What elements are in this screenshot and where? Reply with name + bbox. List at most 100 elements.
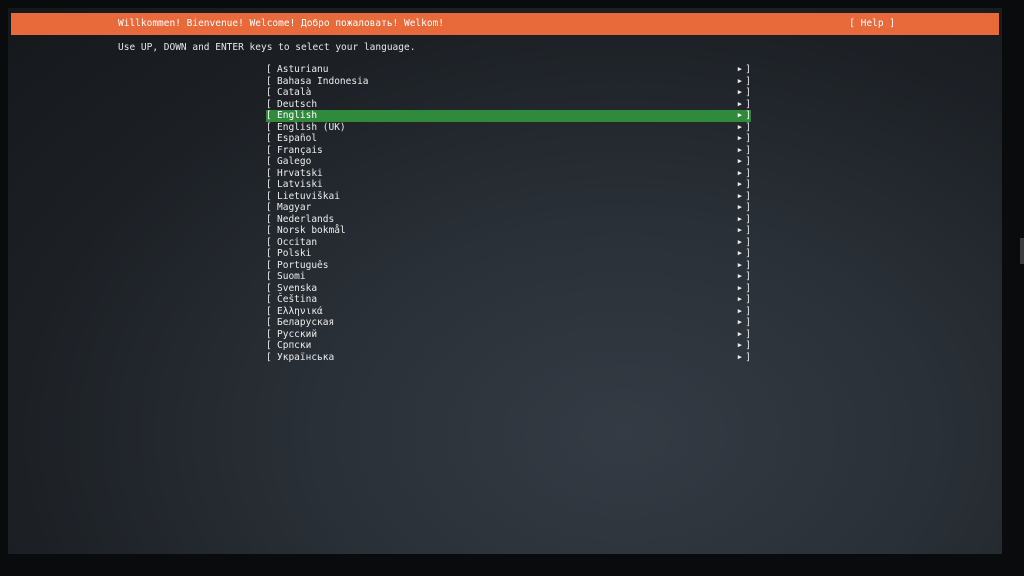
left-bracket: [ xyxy=(266,64,272,75)
left-bracket: [ xyxy=(266,305,272,317)
chevron-right-icon: ▶ xyxy=(737,65,742,73)
language-option[interactable]: [Svenska ▶] xyxy=(266,283,751,295)
right-bracket: ] xyxy=(745,121,751,133)
language-option-label: Galego xyxy=(277,156,312,167)
language-option[interactable]: [Čeština ▶] xyxy=(266,294,751,306)
language-option[interactable]: [ Galego ▶] xyxy=(266,156,751,168)
right-bracket: ] xyxy=(745,75,751,87)
language-option[interactable]: [Suomi ▶] xyxy=(266,271,751,283)
help-button[interactable]: [ Help ] xyxy=(849,13,895,35)
left-bracket: [ xyxy=(266,110,272,121)
right-bracket: ] xyxy=(745,144,751,156)
chevron-right-icon: ▶ xyxy=(737,168,742,177)
left-bracket: [ xyxy=(266,271,272,282)
language-option[interactable]: [Latviski ▶] xyxy=(266,179,751,191)
right-bracket: ] xyxy=(745,133,751,144)
language-option-label: Українська xyxy=(277,351,335,363)
left-bracket: [ xyxy=(266,259,272,271)
language-option-label: Nederlands xyxy=(277,213,335,225)
language-option[interactable]: [Lietuviškai ▶] xyxy=(266,191,751,203)
language-list: [Asturianu ▶] [Bahasa Indonesia ▶] [Català ▶]… xyxy=(266,64,751,363)
right-bracket: ] xyxy=(745,305,751,317)
left-bracket: [ xyxy=(266,144,272,156)
left-bracket: [ xyxy=(266,121,272,133)
left-bracket: [ xyxy=(266,317,272,328)
bezel-button xyxy=(1020,238,1024,264)
monitor-bezel: Willkommen! Bienvenue! Welcome! Добро по… xyxy=(0,0,1024,576)
chevron-right-icon: ▶ xyxy=(737,329,742,338)
left-bracket: [ xyxy=(266,179,272,190)
language-option-label: Polski xyxy=(277,248,312,259)
chevron-right-icon: ▶ xyxy=(737,237,742,246)
language-option[interactable]: [Українська ▶] xyxy=(266,352,751,364)
language-option[interactable]: [Català ▶] xyxy=(266,87,751,99)
right-bracket: ] xyxy=(745,328,751,340)
left-bracket: [ xyxy=(266,213,272,225)
language-option[interactable]: [Asturianu ▶] xyxy=(266,64,751,76)
language-option-label: Latviski xyxy=(277,179,323,190)
chevron-right-icon: ▶ xyxy=(737,145,742,154)
right-bracket: ] xyxy=(745,110,751,121)
language-option[interactable]: [Bahasa Indonesia ▶] xyxy=(266,76,751,88)
chevron-right-icon: ▶ xyxy=(737,272,742,280)
language-option[interactable]: [Deutsch ▶] xyxy=(266,99,751,111)
right-bracket: ] xyxy=(745,271,751,282)
left-bracket: [ xyxy=(266,133,272,144)
chevron-right-icon: ▶ xyxy=(737,260,742,269)
right-bracket: ] xyxy=(745,156,751,167)
left-bracket: [ xyxy=(266,248,272,259)
left-bracket: [ xyxy=(266,294,272,305)
left-bracket: [ xyxy=(266,282,272,294)
language-option-label: Magyar xyxy=(277,202,312,213)
language-option[interactable]: [ Nederlands ▶] xyxy=(266,214,751,226)
right-bracket: ] xyxy=(745,98,751,110)
language-option[interactable]: [Français ▶] xyxy=(266,145,751,157)
right-bracket: ] xyxy=(745,248,751,259)
language-option-label: Русский xyxy=(277,328,318,340)
language-option-label: Čeština xyxy=(277,294,318,305)
right-bracket: ] xyxy=(745,167,751,179)
language-option-label: Ελληνικά xyxy=(277,305,323,317)
language-option-label: English (UK) xyxy=(277,121,346,133)
left-bracket: [ xyxy=(266,202,272,213)
chevron-right-icon: ▶ xyxy=(737,249,742,257)
chevron-right-icon: ▶ xyxy=(737,122,742,131)
language-option[interactable]: [Hrvatski ▶] xyxy=(266,168,751,180)
chevron-right-icon: ▶ xyxy=(737,341,742,349)
left-bracket: [ xyxy=(266,156,272,167)
language-option-label: Беларуская xyxy=(277,317,335,328)
language-option[interactable]: [Русский ▶] xyxy=(266,329,751,341)
language-option[interactable]: [ Polski ▶] xyxy=(266,248,751,260)
right-bracket: ] xyxy=(745,340,751,351)
language-option[interactable]: [Српски ▶] xyxy=(266,340,751,352)
language-option[interactable]: [Español ▶] xyxy=(266,133,751,145)
chevron-right-icon: ▶ xyxy=(737,352,742,361)
language-option-label: Bahasa Indonesia xyxy=(277,75,369,87)
left-bracket: [ xyxy=(266,190,272,202)
right-bracket: ] xyxy=(745,213,751,225)
language-option[interactable]: [Português ▶] xyxy=(266,260,751,272)
chevron-right-icon: ▶ xyxy=(737,283,742,292)
chevron-right-icon: ▶ xyxy=(737,180,742,188)
language-option-label: Deutsch xyxy=(277,98,318,110)
language-option[interactable]: [ Ελληνικά ▶] xyxy=(266,306,751,318)
chevron-right-icon: ▶ xyxy=(737,306,742,315)
chevron-right-icon: ▶ xyxy=(737,214,742,223)
language-option[interactable]: [ Беларуская ▶] xyxy=(266,317,751,329)
right-bracket: ] xyxy=(745,87,751,98)
language-option[interactable]: [Norsk bokmål ▶] xyxy=(266,225,751,237)
language-option[interactable]: [Magyar ▶] xyxy=(266,202,751,214)
chevron-right-icon: ▶ xyxy=(737,76,742,85)
language-option[interactable]: [Occitan ▶] xyxy=(266,237,751,249)
right-bracket: ] xyxy=(745,282,751,294)
language-option[interactable]: [English ▶] xyxy=(266,110,751,122)
left-bracket: [ xyxy=(266,236,272,248)
chevron-right-icon: ▶ xyxy=(737,318,742,326)
right-bracket: ] xyxy=(745,351,751,363)
right-bracket: ] xyxy=(745,317,751,328)
left-bracket: [ xyxy=(266,87,272,98)
left-bracket: [ xyxy=(266,98,272,110)
chevron-right-icon: ▶ xyxy=(737,295,742,303)
chevron-right-icon: ▶ xyxy=(737,157,742,165)
language-option[interactable]: [ English (UK) ▶] xyxy=(266,122,751,134)
